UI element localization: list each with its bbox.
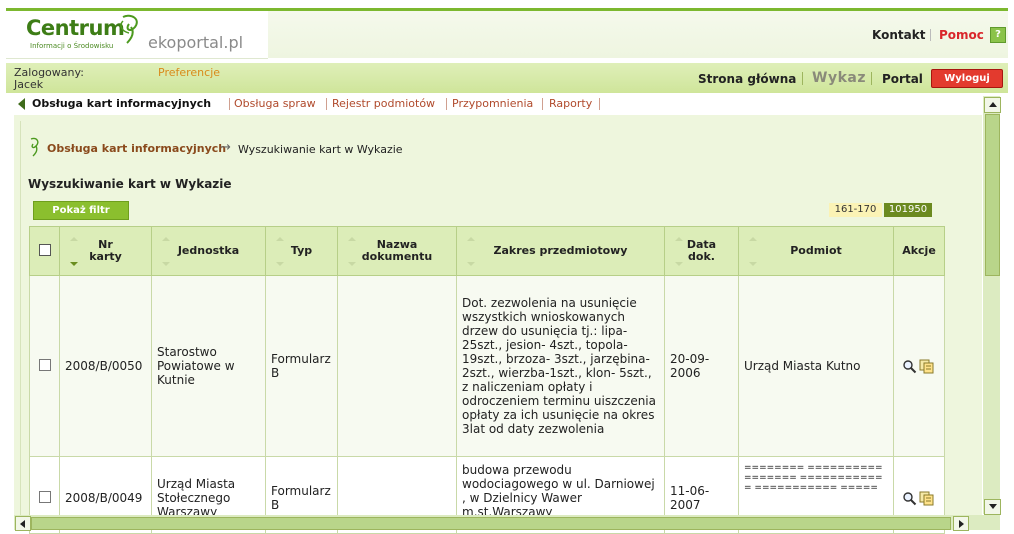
tab-divider <box>446 98 447 110</box>
breadcrumb-link[interactable]: Obsługa kart informacyjnych <box>47 142 226 155</box>
arrow-up-icon <box>989 102 997 107</box>
sort-asc-icon[interactable] <box>749 237 757 241</box>
arrow-left-icon <box>20 520 25 528</box>
row-select-cell <box>29 275 60 457</box>
sort-desc-icon[interactable] <box>162 262 170 266</box>
sort-desc-icon[interactable] <box>70 262 78 266</box>
column-header-nazwa[interactable]: Nazwa dokumentu <box>337 226 457 276</box>
tab-rejestr-podmiotow[interactable]: Rejestr podmiotów <box>332 97 435 110</box>
cards-table: Nr karty Jednostka Typ Nazwa dokumentu Z… <box>29 226 945 534</box>
cell-nazwa <box>337 275 457 457</box>
column-label: Nr karty <box>89 238 122 263</box>
pomoc-link[interactable]: Pomoc <box>939 28 984 42</box>
column-header-akcje: Akcje <box>893 226 945 276</box>
column-label: Podmiot <box>790 244 842 257</box>
column-label: Akcje <box>902 244 936 257</box>
scroll-right-button[interactable] <box>953 516 969 531</box>
logo-subtitle: Informacji o Środowisku <box>30 42 114 50</box>
nav-portal-link[interactable]: Portal <box>882 72 923 86</box>
cell-akcje <box>893 275 945 457</box>
tab-przypomnienia[interactable]: Przypomnienia <box>452 97 533 110</box>
horizontal-scroll-thumb[interactable] <box>31 517 951 530</box>
sort-asc-icon[interactable] <box>70 237 78 241</box>
logout-button[interactable]: Wyloguj <box>931 69 1003 88</box>
page-title: Wyszukiwanie kart w Wykazie <box>28 177 232 191</box>
tab-obsluga-kart[interactable]: Obsługa kart informacyjnych <box>32 97 211 110</box>
sort-asc-icon[interactable] <box>162 237 170 241</box>
tab-obsluga-spraw[interactable]: Obsługa spraw <box>234 97 316 110</box>
select-all-checkbox[interactable] <box>38 243 51 256</box>
sort-asc-icon[interactable] <box>348 237 356 241</box>
column-header-typ[interactable]: Typ <box>265 226 338 276</box>
sort-desc-icon[interactable] <box>749 262 757 266</box>
row-checkbox[interactable] <box>38 358 51 371</box>
show-filter-button[interactable]: Pokaż filtr <box>33 201 129 220</box>
leaf-logo-icon <box>120 14 138 44</box>
logo-centrum-text[interactable]: Centrum <box>26 16 125 40</box>
user-name: Jacek <box>14 78 44 91</box>
logo-portal-text[interactable]: ekoportal.pl <box>148 33 243 52</box>
scroll-up-button[interactable] <box>984 97 1001 113</box>
row-checkbox[interactable] <box>38 490 51 503</box>
sort-desc-icon[interactable] <box>675 262 683 266</box>
pagination-total: 101950 <box>884 203 932 217</box>
sort-desc-icon[interactable] <box>348 262 356 266</box>
column-header-data[interactable]: Data dok. <box>664 226 739 276</box>
nav-wykaz-link[interactable]: Wykaz <box>812 70 866 86</box>
tab-raporty[interactable]: Raporty <box>549 97 592 110</box>
sort-asc-icon[interactable] <box>276 237 284 241</box>
column-label: Jednostka <box>177 244 240 257</box>
column-label: Data dok. <box>686 238 717 263</box>
tab-divider <box>326 98 327 110</box>
cell-zakres: Dot. zezwolenia na usunięcie wszystkich … <box>456 275 665 457</box>
cell-nr: 2008/B/0050 <box>59 275 152 457</box>
arrow-right-icon <box>959 520 964 528</box>
magnifier-icon[interactable] <box>902 359 917 374</box>
tab-divider <box>599 98 600 110</box>
leaf-icon <box>30 137 39 157</box>
column-header-jednostka[interactable]: Jednostka <box>151 226 266 276</box>
arrow-down-icon <box>989 504 997 509</box>
copy-card-icon[interactable] <box>919 359 934 374</box>
breadcrumb-current: Wyszukiwanie kart w Wykazie <box>238 143 403 156</box>
kontakt-link[interactable]: Kontakt <box>872 28 925 42</box>
scroll-down-button[interactable] <box>984 499 1001 515</box>
sort-asc-icon[interactable] <box>675 237 683 241</box>
column-header-zakres[interactable]: Zakres przedmiotowy <box>456 226 665 276</box>
breadcrumb-arrow-icon: → <box>220 140 231 155</box>
column-header-nr[interactable]: Nr karty <box>59 226 152 276</box>
tabs-back-arrow-icon[interactable] <box>18 98 25 110</box>
cell-data: 20-09-2006 <box>664 275 739 457</box>
cell-podmiot: Urząd Miasta Kutno <box>738 275 894 457</box>
column-header-podmiot[interactable]: Podmiot <box>738 226 894 276</box>
cell-typ: Formularz B <box>265 275 338 457</box>
sort-desc-icon[interactable] <box>276 262 284 266</box>
sort-desc-icon[interactable] <box>467 262 475 266</box>
select-all-header <box>29 226 60 276</box>
table-row: 2008/B/0050 Starostwo Powiatowe w Kutnie… <box>29 275 945 457</box>
help-icon[interactable]: ? <box>990 27 1006 43</box>
vertical-scroll-thumb[interactable] <box>985 114 1000 276</box>
cell-jednostka: Starostwo Powiatowe w Kutnie <box>151 275 266 457</box>
column-label: Nazwa dokumentu <box>361 238 433 263</box>
nav-home-link[interactable]: Strona główna <box>698 72 796 86</box>
column-label: Zakres przedmiotowy <box>493 244 628 257</box>
table-header-row: Nr karty Jednostka Typ Nazwa dokumentu Z… <box>29 226 945 276</box>
tab-divider <box>542 98 543 110</box>
top-border <box>0 0 1014 11</box>
pagination-range: 161-170 <box>829 203 882 217</box>
nav-divider <box>871 72 872 85</box>
magnifier-icon[interactable] <box>902 491 917 506</box>
scroll-left-button[interactable] <box>15 516 31 531</box>
header-divider <box>930 29 931 41</box>
preferences-link[interactable]: Preferencje <box>158 66 220 79</box>
sort-asc-icon[interactable] <box>467 237 475 241</box>
tab-divider <box>229 98 230 110</box>
nav-divider <box>802 72 803 85</box>
column-label: Typ <box>290 244 313 257</box>
copy-card-icon[interactable] <box>919 491 934 506</box>
